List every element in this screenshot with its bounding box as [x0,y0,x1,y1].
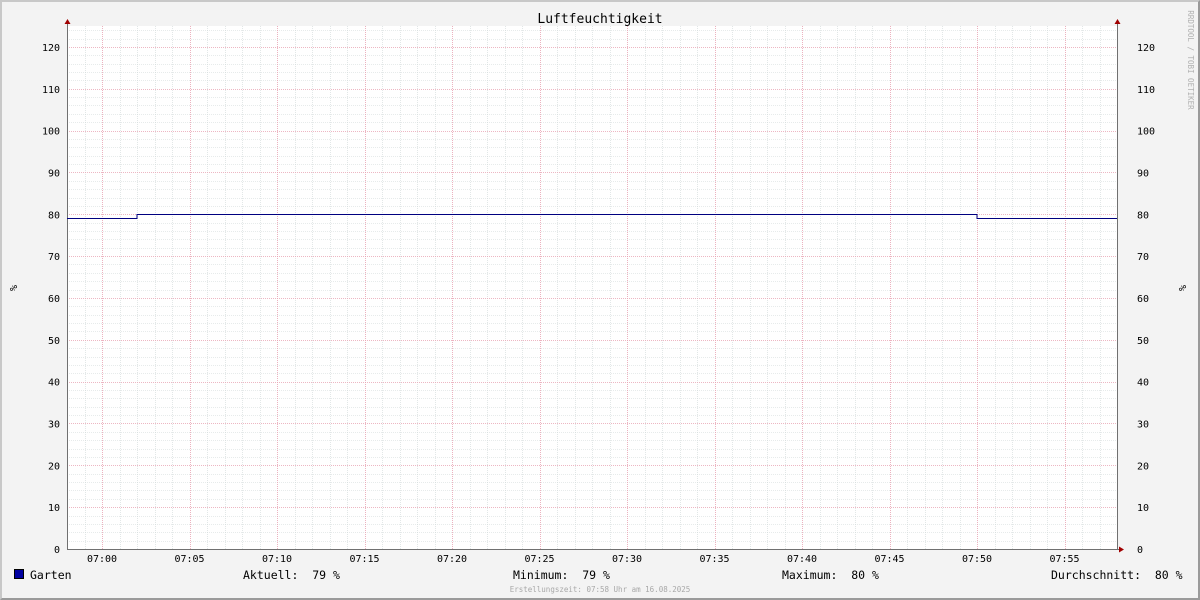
rrdtool-watermark: RRDTOOL / TOBI OETIKER [1186,10,1195,110]
x-tick-label: 07:25 [524,554,554,565]
y-tick-label-right: 30 [1137,419,1149,430]
x-tick-label: 07:35 [699,554,729,565]
x-tick-label: 07:55 [1049,554,1079,565]
x-tick-label: 07:00 [87,554,117,565]
right-axis-arrow-icon [1114,19,1121,24]
y-tick-label-left: 70 [48,252,60,263]
y-tick-label-left: 60 [48,294,60,305]
left-axis-arrow-icon [64,19,71,24]
y-tick-label-left: 20 [48,461,60,472]
x-tick-label: 07:10 [262,554,292,565]
x-tick-label: 07:40 [787,554,817,565]
legend-current-value: Aktuell: 79 % [243,568,340,582]
y-tick-label-right: 120 [1137,43,1155,54]
y-tick-label-right: 70 [1137,252,1149,263]
y-tick-label-left: 0 [54,545,60,556]
y-tick-label-right: 20 [1137,461,1149,472]
legend-series-name: Garten [30,568,72,582]
x-tick-label: 07:20 [437,554,467,565]
legend-minimum-value: Minimum: 79 % [513,568,610,582]
x-tick-label: 07:05 [174,554,204,565]
y-tick-label-left: 30 [48,419,60,430]
y-axis-label-left: % [7,285,18,291]
x-tick-label: 07:30 [612,554,642,565]
chart-title: Luftfeuchtigkeit [537,12,662,27]
y-tick-label-left: 120 [42,43,60,54]
y-tick-label-left: 10 [48,503,60,514]
y-tick-label-right: 90 [1137,168,1149,179]
y-tick-label-right: 80 [1137,210,1149,221]
x-axis-arrow-icon [1119,546,1124,553]
x-tick-label: 07:15 [349,554,379,565]
y-tick-label-left: 90 [48,168,60,179]
creation-timestamp: Erstellungszeit: 07:58 Uhr am 16.08.2025 [509,585,691,594]
humidity-chart: 0 0 10 10 20 20 30 30 40 40 50 50 60 60 70 70 80 80 90 90 10… [7,10,1195,565]
x-tick-label: 07:50 [962,554,992,565]
y-axis-label-right: % [1176,285,1187,291]
y-tick-label-right: 10 [1137,503,1149,514]
y-tick-label-left: 80 [48,210,60,221]
y-tick-label-right: 100 [1137,127,1155,138]
legend-average-value: Durchschnitt: 80 % [1051,568,1183,582]
legend-swatch-garten [14,569,24,579]
y-tick-label-left: 40 [48,378,60,389]
y-tick-label-right: 60 [1137,294,1149,305]
y-tick-label-right: 40 [1137,378,1149,389]
y-tick-label-left: 100 [42,127,60,138]
x-tick-label: 07:45 [874,554,904,565]
y-tick-label-left: 50 [48,336,60,347]
y-tick-label-right: 50 [1137,336,1149,347]
plot-area [67,26,1117,549]
y-tick-label-left: 110 [42,85,60,96]
y-tick-label-right: 110 [1137,85,1155,96]
y-tick-label-right: 0 [1137,545,1143,556]
legend-maximum-value: Maximum: 80 % [782,568,879,582]
